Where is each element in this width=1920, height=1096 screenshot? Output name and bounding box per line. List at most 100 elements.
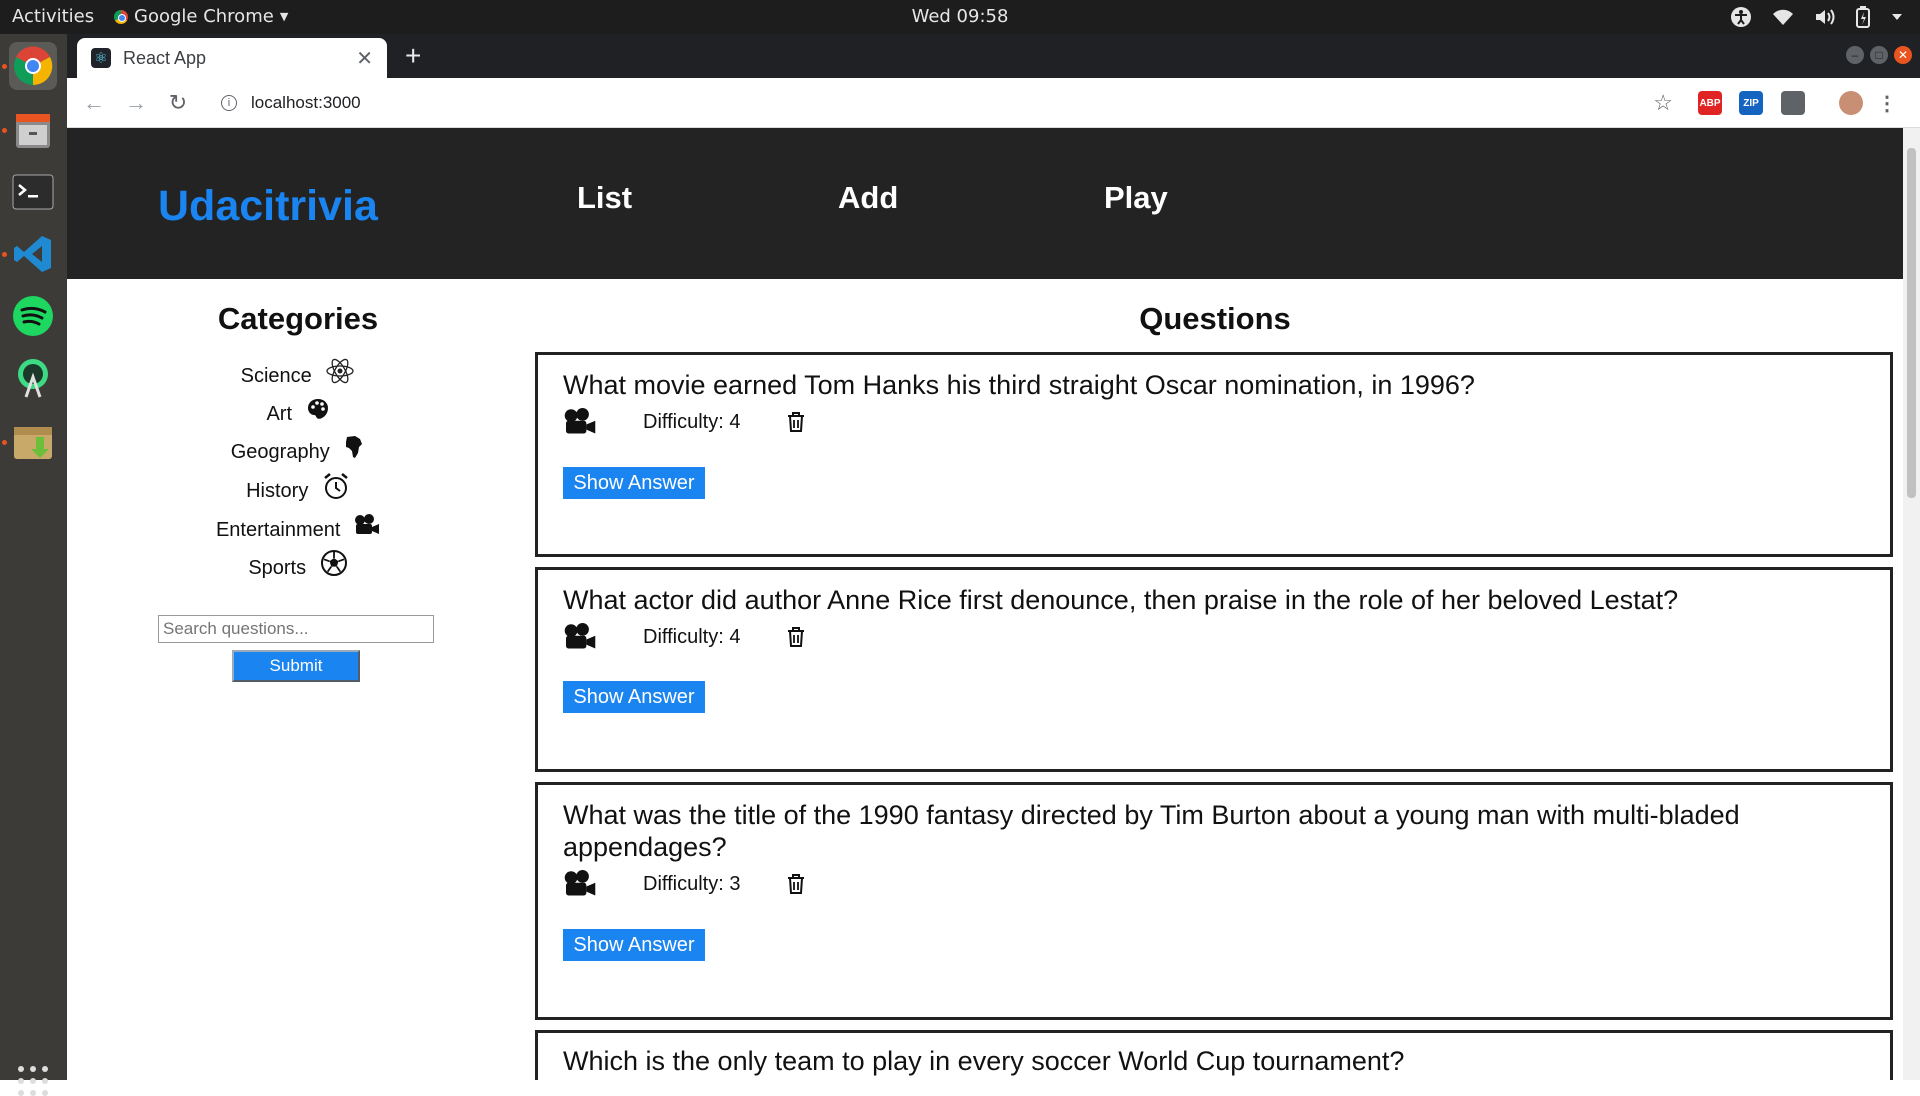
- page-scrollbar[interactable]: [1903, 128, 1920, 1080]
- forward-arrow-icon[interactable]: →: [121, 88, 151, 118]
- back-arrow-icon[interactable]: ←: [79, 88, 109, 118]
- trash-icon[interactable]: [786, 626, 806, 648]
- show-answer-button[interactable]: Show Answer: [563, 929, 705, 961]
- terminal-icon: [12, 174, 54, 210]
- android-studio-icon: [18, 359, 48, 398]
- zip-extension-icon[interactable]: ZIP: [1739, 91, 1763, 115]
- wifi-icon[interactable]: [1772, 7, 1794, 27]
- adblock-icon[interactable]: ABP: [1698, 91, 1722, 115]
- tab-title: React App: [123, 47, 207, 68]
- nav-list[interactable]: List: [577, 180, 632, 216]
- scrollbar-thumb[interactable]: [1907, 148, 1916, 498]
- difficulty-label: Difficulty: 3: [643, 872, 741, 895]
- spotify-icon: [13, 296, 53, 336]
- category-label: Art: [266, 403, 292, 425]
- question-card: What movie earned Tom Hanks his third st…: [535, 352, 1893, 557]
- bookmark-star-icon[interactable]: ☆: [1653, 90, 1673, 116]
- nav-play[interactable]: Play: [1104, 180, 1168, 216]
- category-entertainment[interactable]: Entertainment: [67, 513, 529, 542]
- entertainment-icon: [355, 513, 380, 534]
- vscode-icon: [14, 236, 51, 272]
- category-label: Sports: [248, 557, 307, 579]
- history-icon: [324, 472, 348, 499]
- art-icon: [307, 398, 328, 419]
- browser-tab[interactable]: ⚛ React App ✕: [77, 38, 387, 78]
- question-meta: Difficulty: 4: [563, 407, 806, 437]
- chevron-down-icon: ▼: [279, 10, 289, 23]
- running-indicator: [2, 128, 7, 133]
- dock: [0, 34, 67, 1096]
- question-text: What was the title of the 1990 fantasy d…: [563, 800, 1740, 862]
- category-label: History: [246, 480, 309, 502]
- window-controls: – □ ✕: [1846, 46, 1912, 64]
- address-bar[interactable]: i localhost:3000 ☆: [207, 85, 1687, 121]
- nav-add[interactable]: Add: [838, 180, 898, 216]
- running-indicator: [2, 440, 7, 445]
- question-text: What movie earned Tom Hanks his third st…: [563, 370, 1475, 400]
- dock-android-studio[interactable]: [9, 354, 57, 402]
- menu-kebab-icon[interactable]: ⋮: [1875, 91, 1899, 115]
- show-applications-icon[interactable]: [18, 1066, 48, 1096]
- show-answer-button[interactable]: Show Answer: [563, 681, 705, 713]
- accessibility-icon[interactable]: [1730, 6, 1752, 28]
- category-sports[interactable]: Sports: [67, 549, 529, 580]
- tab-strip: ⚛ React App ✕ + – □ ✕: [67, 34, 1920, 78]
- chrome-icon: [114, 9, 128, 24]
- volume-icon[interactable]: [1814, 7, 1836, 27]
- question-text: What actor did author Anne Rice first de…: [563, 585, 1679, 615]
- category-history[interactable]: History: [67, 472, 529, 503]
- dock-archive-manager[interactable]: [9, 418, 57, 466]
- questions-heading: Questions: [1139, 301, 1291, 336]
- info-icon[interactable]: i: [221, 95, 237, 111]
- entertainment-icon: [563, 870, 601, 898]
- trash-icon[interactable]: [786, 873, 806, 895]
- trash-icon[interactable]: [786, 411, 806, 433]
- close-window-icon[interactable]: ✕: [1894, 46, 1912, 64]
- category-art[interactable]: Art: [67, 398, 529, 426]
- question-meta: Difficulty: 3: [563, 869, 806, 899]
- minimize-icon[interactable]: –: [1846, 46, 1864, 64]
- system-tray[interactable]: [1730, 6, 1904, 28]
- dock-spotify[interactable]: [9, 292, 57, 340]
- dock-chrome[interactable]: [9, 42, 57, 90]
- question-text: Which is the only team to play in every …: [563, 1046, 1405, 1076]
- category-geography[interactable]: Geography: [67, 435, 529, 464]
- app-menu[interactable]: Google Chrome ▼: [114, 6, 288, 27]
- running-indicator: [2, 252, 7, 257]
- page-viewport: Udacitrivia List Add Play Categories Sci…: [67, 128, 1920, 1080]
- running-indicator: [2, 64, 7, 69]
- url-text[interactable]: localhost:3000: [251, 93, 361, 113]
- category-science[interactable]: Science: [67, 358, 529, 388]
- categories-heading: Categories: [217, 301, 379, 336]
- entertainment-icon: [563, 623, 601, 651]
- sports-icon: [320, 549, 347, 576]
- file-cabinet-icon: [16, 114, 50, 148]
- search-input[interactable]: [158, 615, 434, 643]
- extension-icon[interactable]: [1781, 91, 1805, 115]
- new-tab-icon[interactable]: +: [405, 40, 421, 72]
- battery-icon[interactable]: [1856, 6, 1870, 28]
- question-card: Which is the only team to play in every …: [535, 1030, 1893, 1080]
- maximize-icon[interactable]: □: [1870, 46, 1888, 64]
- reload-icon[interactable]: ↻: [163, 88, 193, 118]
- question-card: What was the title of the 1990 fantasy d…: [535, 782, 1893, 1020]
- dock-terminal[interactable]: [9, 168, 57, 216]
- close-tab-icon[interactable]: ✕: [356, 46, 373, 71]
- submit-button[interactable]: Submit: [232, 650, 360, 682]
- chrome-icon: [14, 46, 53, 86]
- system-top-bar: Activities Google Chrome ▼ Wed 09:58: [0, 0, 1920, 34]
- brand-logo[interactable]: Udacitrivia: [158, 182, 378, 231]
- browser-window: ⚛ React App ✕ + – □ ✕ ← → ↻ i localhost:…: [67, 34, 1920, 1080]
- category-label: Science: [240, 365, 312, 387]
- power-icon[interactable]: [1890, 12, 1904, 22]
- dock-vscode[interactable]: [9, 230, 57, 278]
- app-header: Udacitrivia List Add Play: [67, 128, 1903, 279]
- profile-avatar[interactable]: [1839, 91, 1863, 115]
- browser-toolbar: ← → ↻ i localhost:3000 ☆ ABP ZIP ⋮: [67, 78, 1920, 128]
- show-answer-button[interactable]: Show Answer: [563, 467, 705, 499]
- category-label: Entertainment: [215, 519, 341, 541]
- dock-files[interactable]: [9, 106, 57, 154]
- activities-button[interactable]: Activities: [12, 6, 94, 27]
- geography-icon: [346, 435, 363, 458]
- entertainment-icon: [563, 408, 601, 436]
